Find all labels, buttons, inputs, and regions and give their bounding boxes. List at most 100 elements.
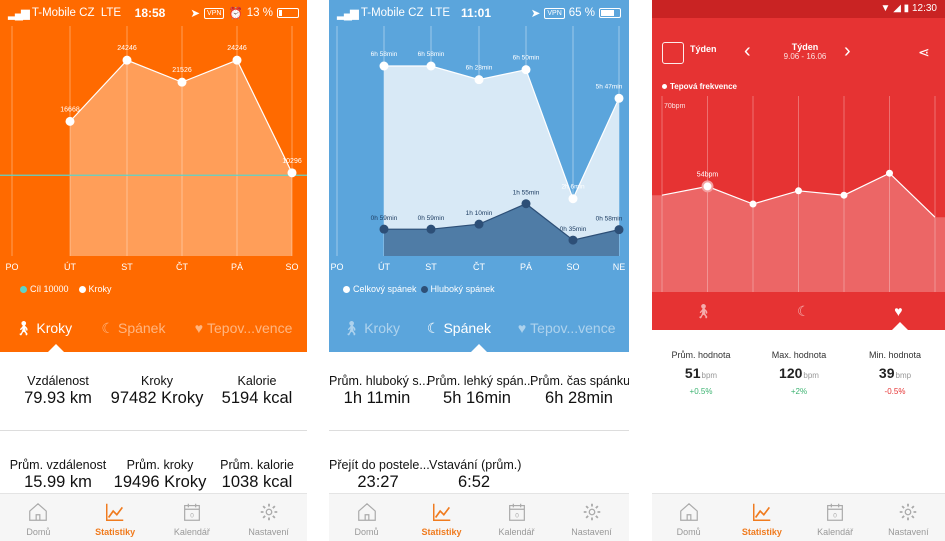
battery-icon [277, 8, 299, 18]
nav-calendar[interactable]: 0 Kalendář [479, 494, 554, 541]
nav-home-label: Domů [26, 527, 51, 537]
tab-sleep[interactable]: ☾ [797, 303, 810, 320]
tab-sleep[interactable]: ☾ Spánek [101, 320, 165, 337]
stat-avg-steps: Prům. kroky 19496 Kroky [110, 458, 210, 492]
stat-label: Kalorie [237, 374, 277, 388]
nav-home[interactable]: Domů [652, 494, 725, 541]
tab-heart-rate[interactable]: ♥ [894, 303, 902, 319]
bottom-nav: Domů Statistiky 0 Kalendář Nastavení [0, 493, 307, 541]
steps-point-label: 10296 [282, 158, 302, 165]
steps-chart: 16668 24246 21526 24246 10296 PO ÚT ST ČT PÁ SO [0, 26, 307, 272]
active-tab-indicator [48, 344, 64, 352]
stat-max-heart-rate: Max. hodnota 120bpm +2% [754, 350, 844, 396]
wifi-icon: ▼ [880, 3, 891, 14]
tab-sleep-label: Spánek [117, 320, 166, 336]
location-icon: ➤ [190, 8, 201, 20]
heart-rate-screen: ▼ ◢ ▮ 12:30 Týden ‹ Týden 9.06 - 16.06 › … [652, 0, 945, 541]
stat-steps: Kroky 97482 Kroky [107, 374, 207, 408]
total-sleep-label: 2h 6min [561, 184, 585, 191]
legend-dot-icon [662, 84, 667, 90]
total-sleep-point [426, 61, 436, 71]
total-sleep-label: 6h 58min [418, 51, 445, 58]
active-tab-indicator [892, 322, 908, 330]
x-tick-label: NE [613, 262, 626, 272]
stat-value: 23:27 [357, 473, 399, 491]
nav-stats[interactable]: Statistiky [77, 494, 154, 541]
calendar-picker-icon[interactable] [662, 42, 684, 64]
nav-calendar-label: Kalendář [817, 527, 854, 537]
stat-change: -0.5% [884, 387, 906, 396]
steps-point-label: 16668 [60, 106, 80, 113]
svg-text:0: 0 [190, 513, 194, 520]
home-icon [679, 502, 698, 521]
stat-calories: Kalorie 5194 kcal [217, 374, 297, 408]
x-tick-label: SO [285, 262, 298, 272]
stat-label: Prům. hodnota [671, 350, 731, 360]
legend-total: Celkový spánek [343, 284, 417, 294]
heart-icon: ♥ [517, 320, 527, 336]
x-tick-label: ST [425, 262, 437, 272]
tab-sleep[interactable]: ☾ Spánek [427, 320, 491, 337]
battery-fill [601, 10, 614, 16]
stat-label: Min. hodnota [868, 350, 922, 360]
stat-label: Přejít do postele... [329, 458, 430, 472]
x-tick-label: SO [566, 262, 579, 272]
total-sleep-point [379, 61, 389, 71]
tab-heart-rate[interactable]: ♥ Tepov...vence [195, 320, 293, 336]
total-dot-icon [343, 286, 350, 294]
tab-heart-rate[interactable]: ♥ Tepov...vence [518, 320, 616, 336]
week-range: 9.06 - 16.06 [783, 52, 827, 61]
signal-icon: ▂▄▆ [337, 8, 359, 20]
bottom-nav: Domů Statistiky 0 Kalendář Nastavení [652, 493, 945, 541]
legend-goal-label: Cíl 10000 [30, 284, 69, 294]
nav-settings-label: Nastavení [571, 527, 612, 537]
chart-icon [752, 503, 771, 521]
nav-home[interactable]: Domů [0, 494, 77, 541]
signal-icon: ◢ [893, 3, 901, 14]
nav-stats[interactable]: Statistiky [725, 494, 798, 541]
nav-calendar-label: Kalendář [498, 527, 535, 537]
svg-text:0: 0 [833, 513, 837, 520]
stat-value: 79.93 km [24, 389, 92, 407]
stat-wake-time: Vstavání (prům.) 6:52 [429, 458, 521, 492]
previous-week-button[interactable]: ‹ [744, 40, 751, 63]
deep-sleep-point [426, 224, 436, 234]
moon-icon: ☾ [101, 319, 114, 336]
vpn-badge: VPN [544, 7, 565, 19]
total-sleep-label: 6h 50min [513, 55, 540, 62]
carrier-label: T-Mobile CZ [360, 7, 424, 19]
calendar-icon: 0 [508, 503, 525, 521]
battery-fill [279, 10, 282, 16]
total-sleep-label: 5h 47min [596, 83, 623, 90]
stat-label: Prům. hluboký s... [329, 374, 430, 388]
tab-steps[interactable]: 🚶︎ Kroky [15, 320, 73, 337]
tab-steps[interactable]: 🚶︎ [694, 303, 712, 320]
heart-legend-label: Tepová frekvence [670, 82, 737, 91]
divider [329, 430, 629, 431]
network-label: LTE [429, 7, 451, 19]
total-sleep-point [568, 194, 578, 204]
alarm-icon: ⏰ [228, 8, 243, 20]
category-tabs: 🚶︎ Kroky ☾ Spánek ♥ Tepov...vence [329, 316, 629, 340]
share-icon[interactable]: ⋖ [918, 44, 930, 61]
legend-deep: Hluboký spánek [420, 284, 495, 294]
x-tick-label: ÚT [64, 262, 76, 272]
stat-label: Prům. kroky [126, 458, 194, 472]
nav-settings[interactable]: Nastavení [230, 494, 307, 541]
stat-unit: bpm [701, 371, 718, 380]
tab-steps[interactable]: 🚶︎ Kroky [342, 320, 400, 337]
nav-home[interactable]: Domů [329, 494, 404, 541]
nav-calendar[interactable]: 0 Kalendář [154, 494, 231, 541]
nav-settings[interactable]: Nastavení [554, 494, 629, 541]
stat-value: 97482 Kroky [110, 389, 204, 407]
clock: 11:01 [460, 6, 492, 20]
stat-value: 39 [878, 365, 895, 381]
nav-calendar[interactable]: 0 Kalendář [799, 494, 872, 541]
next-week-button[interactable]: › [844, 40, 851, 63]
steps-legend: Cíl 10000 Kroky [20, 284, 112, 294]
nav-settings[interactable]: Nastavení [872, 494, 945, 541]
nav-stats[interactable]: Statistiky [404, 494, 479, 541]
x-tick-label: PO [5, 262, 18, 272]
svg-text:0: 0 [515, 513, 519, 520]
battery-percent: 13 % [246, 7, 273, 19]
